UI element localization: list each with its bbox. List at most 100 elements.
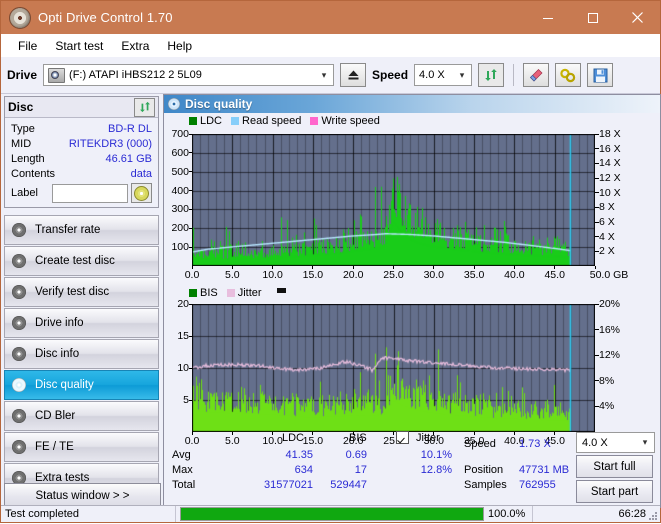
speed-select[interactable]: 4.0 X ▾ [414,64,473,86]
disc-panel: Disc Type BD-R DL MID RITEKDR3 (000) Len… [4,96,159,208]
legend-item-write-speed: Write speed [310,115,380,127]
ldc-legend: LDC Read speed Write speed [164,113,660,128]
x-tick: 5.0 [224,269,240,281]
stats-row-max-bis: 17 [354,464,367,476]
status-bar: Test completed 100.0% 66:28 [1,505,660,522]
disc-label-row: Label [11,183,152,203]
sidebar-item-label: FE / TE [35,441,74,453]
y-tick: 400 [171,184,189,197]
sidebar-item-disc-info[interactable]: Disc info [4,339,159,369]
disc-panel-header: Disc [5,97,158,118]
resize-grip[interactable] [648,511,658,521]
menu-item-start-test[interactable]: Start test [46,37,112,55]
x-tick: 35.0 [463,269,485,281]
refresh-drive-button[interactable] [478,63,505,87]
stats-header-bis: BIS [349,432,367,444]
disc-label-button[interactable] [131,183,152,203]
disc-row-contents: Contents data [11,166,152,181]
close-button[interactable] [615,1,660,34]
disc-icon [12,254,26,268]
start-part-button[interactable]: Start part [576,480,653,503]
legend-label-jitter: Jitter [237,287,262,299]
disc-icon [12,347,26,361]
elapsed-time: 66:28 [618,508,646,520]
disc-row-length-value: 46.61 GB [105,152,152,165]
menu-item-file[interactable]: File [9,37,46,55]
content-title: Disc quality [185,97,253,111]
disc-info-rows: Type BD-R DL MID RITEKDR3 (000) Length 4… [5,118,158,207]
disc-icon [12,440,26,454]
status-window-label: Status window > > [35,490,130,502]
y2-tick: 16 X [599,142,621,155]
sidebar-item-create-test-disc[interactable]: Create test disc [4,246,159,276]
disc-icon [134,185,149,201]
stats-header-jitter: Jitter [416,432,440,444]
y-tick: 20 [177,298,189,310]
disc-refresh-button[interactable] [134,97,155,117]
sidebar-item-label: Transfer rate [35,224,101,236]
drive-label: Drive [7,68,38,82]
x-tick: 30.0 [423,269,445,281]
y-tick: 10 [177,362,189,374]
maximize-button[interactable] [570,1,615,34]
stats-row-max-jitter: 12.8% [420,464,452,476]
x-tick: 45.0 [544,269,565,281]
stats-row-total-ldc: 31577021 [264,479,313,491]
sidebar-item-disc-quality[interactable]: Disc quality [4,370,159,400]
sidebar-item-transfer-rate[interactable]: Transfer rate [4,215,159,245]
x-tick: 20.0 [342,269,364,281]
disc-row-contents-key: Contents [11,167,56,180]
drive-select[interactable]: (F:) ATAPI iHBS212 2 5L09 ▾ [43,64,335,86]
start-full-button[interactable]: Start full [576,455,653,478]
stats-row-total-label: Total [172,479,196,491]
erase-button[interactable] [523,63,550,87]
legend-label-ldc: LDC [200,115,223,127]
legend-label-bis: BIS [200,287,218,299]
stats-row-avg-ldc: 41.35 [285,449,313,461]
sidebar-item-drive-info[interactable]: Drive info [4,308,159,338]
disc-row-mid-value: RITEKDR3 (000) [68,137,152,150]
y2-tick: 12 X [599,172,621,184]
y2-tick: 20% [599,298,621,310]
tools-button[interactable] [555,63,582,87]
sidebar-item-fe-te[interactable]: FE / TE [4,432,159,462]
disc-icon [168,98,180,110]
sidebar-item-cd-bler[interactable]: CD Bler [4,401,159,431]
toolbar-separator [513,64,515,86]
minimize-button[interactable] [525,1,570,34]
drive-select-value: (F:) ATAPI iHBS212 2 5L09 [69,69,202,81]
sidebar-item-label: Drive info [35,317,84,329]
disc-label-input[interactable] [52,183,128,203]
stats-row-avg-jitter: 10.1% [420,449,452,461]
disc-icon [12,409,26,423]
sidebar-item-verify-test-disc[interactable]: Verify test disc [4,277,159,307]
x-tick: 0.0 [184,269,200,281]
chevron-down-icon: ▾ [642,437,648,447]
save-button[interactable] [587,63,614,87]
y2-tick: 16% [599,323,621,336]
speed-select-value: 4.0 X [419,69,445,81]
y2-tick: 8% [599,374,615,387]
position-stat-label: Position [464,464,504,476]
disc-row-contents-value: data [130,167,152,180]
stats-row-total-bis: 529447 [330,479,367,491]
y2-tick: 6 X [599,216,615,228]
disc-icon [12,316,26,330]
drive-icon [48,67,66,83]
y-tick: 100 [171,241,189,254]
ldc-chart: 100 200 300 400 500 600 700 2 X 4 X 6 X 8 X 10 X 12 … [164,128,660,286]
disc-panel-title: Disc [8,100,34,114]
menu-item-help[interactable]: Help [158,37,201,55]
legend-swatch-bis [189,289,197,297]
menu-item-extra[interactable]: Extra [112,37,158,55]
disc-row-type: Type BD-R DL [11,121,152,136]
test-speed-select[interactable]: 4.0 X ▾ [576,432,655,453]
disc-icon [12,223,26,237]
eject-button[interactable] [340,63,367,87]
chevron-down-icon: ▾ [321,69,327,80]
jitter-checkbox[interactable] [396,431,409,445]
legend-swatch-jitter [226,289,235,297]
legend-swatch-ldc [189,117,197,125]
disc-label-key: Label [11,187,38,199]
y-tick: 500 [171,165,189,178]
